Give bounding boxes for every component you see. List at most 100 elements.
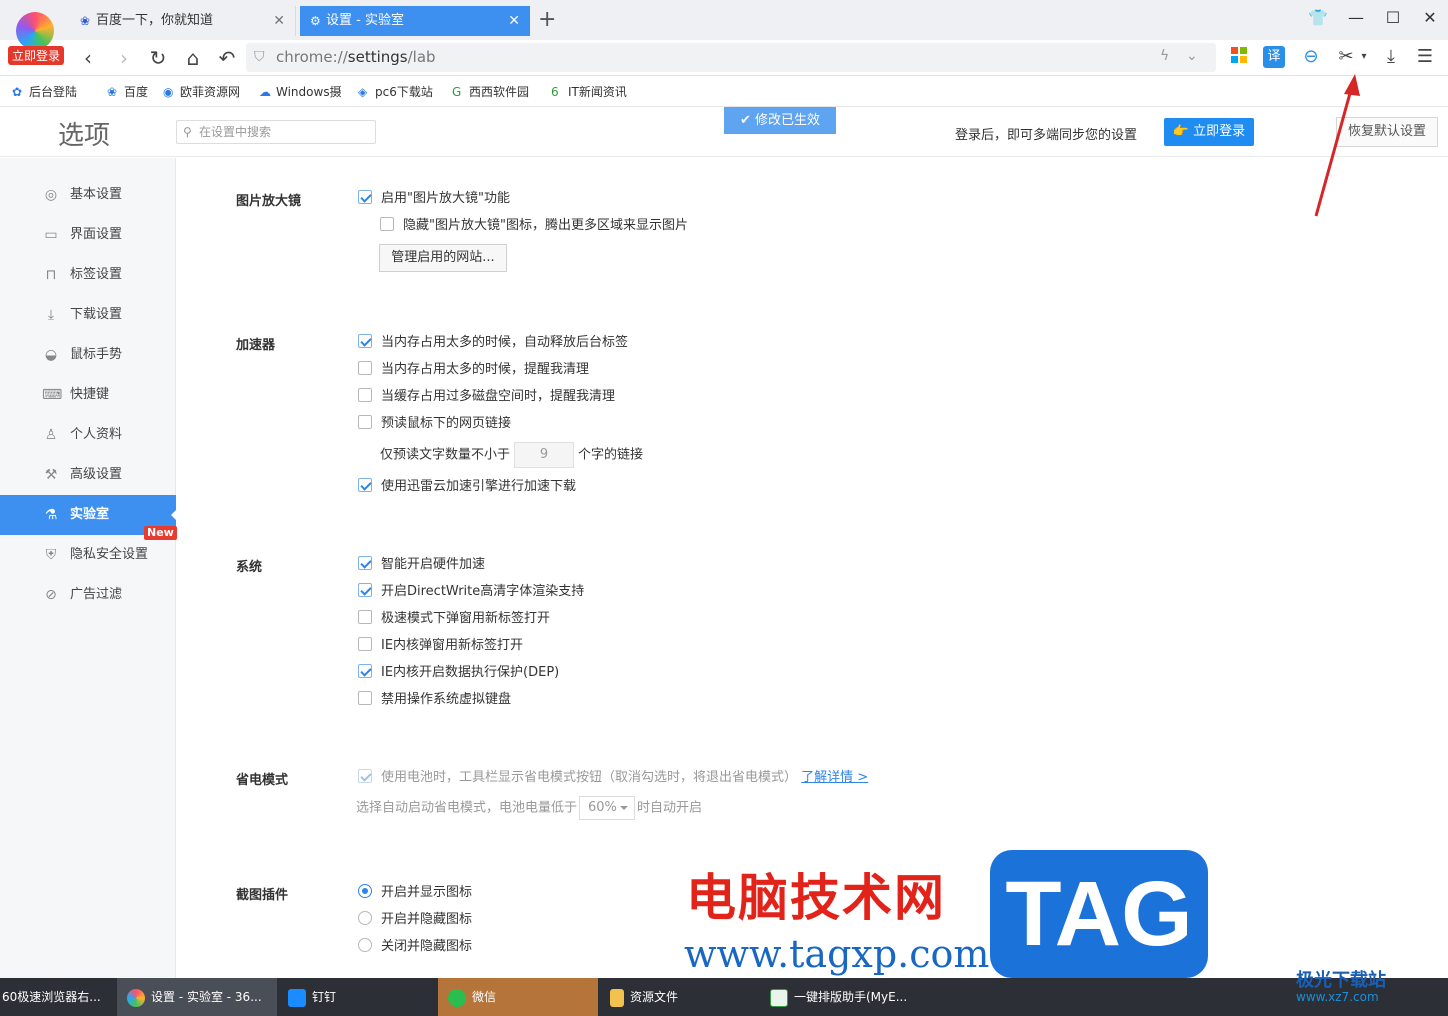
checkbox[interactable] [358, 583, 372, 597]
checkbox[interactable] [358, 769, 372, 783]
taskbar-item-dingtalk[interactable]: 钉钉 [278, 978, 438, 1016]
sidebar-item-profile[interactable]: ♙ 个人资料 [0, 415, 176, 455]
login-button[interactable]: 👉 立即登录 [1164, 118, 1254, 146]
radio[interactable] [358, 884, 372, 898]
tab-settings-lab[interactable]: ⚙ 设置 - 实验室 ✕ [300, 6, 530, 36]
chevron-down-icon[interactable]: ⌄ [1186, 48, 1198, 64]
radio[interactable] [358, 911, 372, 925]
back-icon[interactable]: ‹ [76, 44, 100, 72]
bookmark-item[interactable]: ☁ Windows摄 [259, 83, 342, 100]
user-icon: ♙ [44, 427, 58, 443]
forward-icon[interactable]: › [112, 44, 136, 72]
thunder-accelerate-checkbox[interactable]: 使用迅雷云加速引擎进行加速下载 [358, 478, 576, 495]
power-button-checkbox[interactable]: 使用电池时，工具栏显示省电模式按钮（取消勾选时，将退出省电模式） 了解详情 > [358, 769, 868, 786]
checkbox[interactable] [358, 691, 372, 705]
minimize-icon[interactable]: — [1344, 8, 1368, 27]
logo-login-badge[interactable]: 立即登录 [8, 46, 65, 65]
checkbox[interactable] [358, 478, 372, 492]
tab-close-icon[interactable]: ✕ [508, 6, 520, 36]
checkbox[interactable] [358, 610, 372, 624]
checkbox[interactable] [358, 415, 372, 429]
address-url[interactable]: chrome://settings/lab [276, 48, 436, 66]
checkbox[interactable] [358, 637, 372, 651]
hardware-accel-checkbox[interactable]: 智能开启硬件加速 [358, 556, 485, 573]
bookmark-item[interactable]: ◈ pc6下载站 [358, 83, 433, 100]
scissors-dropdown-icon[interactable]: ▾ [1357, 46, 1371, 68]
address-bar[interactable]: ⛉ chrome://settings/lab ϟ ⌄ [246, 43, 1216, 72]
memory-remind-checkbox[interactable]: 当内存占用太多的时候，提醒我清理 [358, 361, 589, 378]
download-icon[interactable]: ⤓ [1380, 46, 1402, 68]
bookmark-item[interactable]: ❀ 百度 [107, 83, 148, 100]
bookmark-item[interactable]: ✿ 后台登陆 [12, 83, 77, 100]
checkbox[interactable] [358, 334, 372, 348]
menu-icon[interactable]: ☰ [1414, 46, 1436, 68]
magnifier-hide-icon-checkbox[interactable]: 隐藏"图片放大镜"图标，腾出更多区域来显示图片 [380, 217, 688, 234]
popup-newtab-checkbox[interactable]: 极速模式下弹窗用新标签打开 [358, 610, 550, 627]
new-tab-button[interactable]: + [538, 6, 556, 34]
skin-icon[interactable]: 👕 [1306, 8, 1330, 27]
taskbar-item-browser[interactable]: 设置 - 实验室 - 36... [117, 978, 277, 1016]
disable-virtual-keyboard-checkbox[interactable]: 禁用操作系统虚拟键盘 [358, 691, 511, 708]
radio[interactable] [358, 938, 372, 952]
sidebar-item-basic[interactable]: ◎ 基本设置 [0, 175, 176, 215]
taskbar-item[interactable]: 60极速浏览器右... [0, 978, 116, 1016]
checkbox[interactable] [358, 556, 372, 570]
dingtalk-icon [288, 988, 306, 1007]
checkbox[interactable] [380, 217, 394, 231]
watermark-site2: 极光下载站 www.xz7.com [1296, 970, 1386, 1004]
cache-remind-checkbox[interactable]: 当缓存占用过多磁盘空间时，提醒我清理 [358, 388, 615, 405]
reload-icon[interactable]: ↻ [146, 44, 170, 72]
translate-icon[interactable]: 译 [1263, 46, 1285, 68]
ie-popup-newtab-checkbox[interactable]: IE内核弹窗用新标签打开 [358, 637, 523, 654]
manage-sites-button[interactable]: 管理启用的网站... [379, 244, 507, 272]
auto-release-tabs-checkbox[interactable]: 当内存占用太多的时候，自动释放后台标签 [358, 334, 628, 351]
bookmark-icon: ☁ [259, 85, 271, 99]
sidebar-item-advanced[interactable]: ⚒ 高级设置 [0, 455, 176, 495]
taskbar-item-wechat[interactable]: 微信 [438, 978, 598, 1016]
sidebar-item-download[interactable]: ⤓ 下载设置 [0, 295, 176, 335]
sidebar-item-interface[interactable]: ▭ 界面设置 [0, 215, 176, 255]
login-hint: 登录后，即可多端同步您的设置 [955, 128, 1138, 143]
screenshot-show-radio[interactable]: 开启并显示图标 [358, 884, 472, 901]
checkbox[interactable] [358, 361, 372, 375]
sidebar-item-tabs[interactable]: ⊓ 标签设置 [0, 255, 176, 295]
power-auto-row: 选择自动启动省电模式，电池电量低于 60% 时自动开启 [356, 796, 702, 821]
bookmark-icon: ◉ [163, 85, 174, 99]
settings-header: 选项 ⚲ 在设置中搜索 ✔ 修改已生效 登录后，即可多端同步您的设置 👉 立即登… [0, 107, 1448, 157]
checkbox[interactable] [358, 190, 372, 204]
preread-length-input[interactable]: 9 [514, 442, 575, 468]
eco-mode-icon[interactable]: ⊖ [1300, 46, 1322, 68]
apps-grid-icon[interactable] [1228, 46, 1250, 68]
directwrite-checkbox[interactable]: 开启DirectWrite高清字体渲染支持 [358, 583, 584, 600]
scissors-icon[interactable]: ✂ [1335, 46, 1357, 68]
sidebar-item-privacy[interactable]: ⛨ 隐私安全设置 [0, 535, 176, 575]
learn-more-link[interactable]: 了解详情 > [801, 770, 868, 785]
battery-threshold-select[interactable]: 60% [579, 796, 636, 820]
checkbox[interactable] [358, 388, 372, 402]
sidebar-item-shortcuts[interactable]: ⌨ 快捷键 [0, 375, 176, 415]
undo-close-icon[interactable]: ↶ [215, 44, 239, 72]
bookmark-item[interactable]: G 西西软件园 [452, 83, 529, 100]
settings-search-input[interactable]: ⚲ 在设置中搜索 [176, 120, 376, 144]
browser-logo[interactable]: 立即登录 [8, 8, 65, 65]
checkbox[interactable] [358, 664, 372, 678]
close-window-icon[interactable]: ✕ [1418, 8, 1442, 27]
maximize-icon[interactable]: ☐ [1381, 8, 1405, 27]
taskbar-item-myeditor[interactable]: 一键排版助手(MyE... [762, 978, 922, 1016]
magnifier-enable-checkbox[interactable]: 启用"图片放大镜"功能 [358, 190, 510, 207]
bookmark-item[interactable]: ◉ 欧菲资源网 [163, 83, 240, 100]
wechat-icon [448, 988, 466, 1007]
screenshot-off-radio[interactable]: 关闭并隐藏图标 [358, 938, 472, 955]
bookmark-item[interactable]: 6 IT新闻资讯 [551, 83, 627, 100]
taskbar-item-folder[interactable]: 资源文件 [600, 978, 760, 1016]
sidebar-item-adblock[interactable]: ⊘ 广告过滤 [0, 575, 176, 615]
restore-defaults-button[interactable]: 恢复默认设置 [1336, 117, 1438, 147]
ie-dep-checkbox[interactable]: IE内核开启数据执行保护(DEP) [358, 664, 559, 681]
tab-close-icon[interactable]: ✕ [273, 6, 285, 36]
tab-baidu[interactable]: ❀ 百度一下，你就知道 ✕ [70, 6, 296, 36]
home-icon[interactable]: ⌂ [181, 44, 205, 72]
screenshot-hide-radio[interactable]: 开启并隐藏图标 [358, 911, 472, 928]
preread-links-checkbox[interactable]: 预读鼠标下的网页链接 [358, 415, 511, 432]
lightning-icon[interactable]: ϟ [1160, 48, 1169, 64]
sidebar-item-mouse[interactable]: ◒ 鼠标手势 [0, 335, 176, 375]
